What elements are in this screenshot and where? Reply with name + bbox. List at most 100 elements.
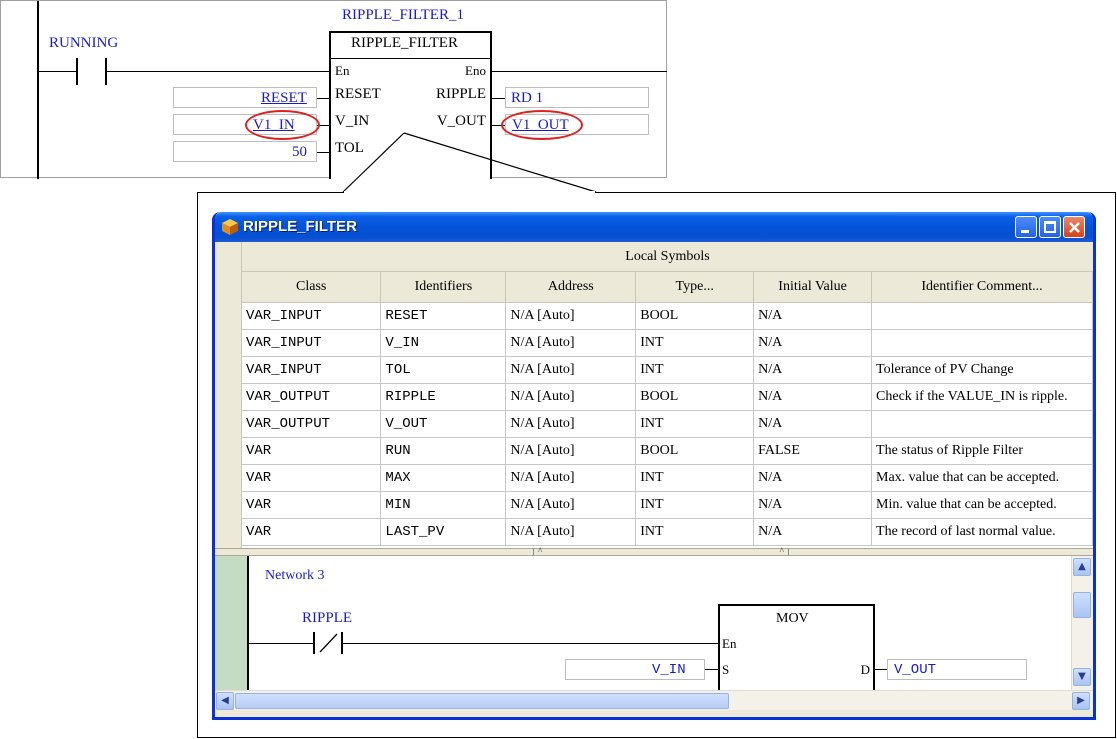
- local-symbols-panel: Local Symbols Class Identifiers Address …: [215, 242, 1093, 548]
- table-cell[interactable]: Max. value that can be accepted.: [871, 464, 1093, 492]
- table-cell[interactable]: N/A [Auto]: [505, 464, 637, 492]
- table-cell[interactable]: VAR: [242, 437, 382, 465]
- minimize-button[interactable]: [1015, 216, 1037, 238]
- title-bar[interactable]: RIPPLE_FILTER: [215, 212, 1093, 242]
- network-gutter: [215, 556, 247, 690]
- column-header-address[interactable]: Address: [505, 272, 637, 303]
- table-cell[interactable]: N/A: [753, 383, 873, 411]
- table-cell[interactable]: N/A [Auto]: [505, 410, 637, 438]
- table-cell[interactable]: VAR: [242, 518, 382, 546]
- input-wire: [705, 669, 718, 670]
- close-button[interactable]: [1063, 216, 1085, 238]
- scroll-thumb[interactable]: [235, 693, 729, 709]
- table-cell[interactable]: N/A: [753, 491, 873, 519]
- table-cell[interactable]: BOOL: [635, 437, 755, 465]
- network-label[interactable]: Network 3: [265, 568, 325, 584]
- column-header-initial-value[interactable]: Initial Value: [753, 272, 873, 303]
- table-cell[interactable]: N/A: [753, 329, 873, 357]
- output-wire: [875, 669, 887, 670]
- scroll-left-icon[interactable]: ◀: [216, 692, 234, 710]
- table-cell[interactable]: N/A: [753, 410, 873, 438]
- table-row[interactable]: VAR_OUTPUT RIPPLE N/A [Auto] BOOL N/A Check i…: [242, 383, 1093, 411]
- maximize-button[interactable]: [1039, 216, 1061, 238]
- network-pane: Network 3 RIPPLE MOV En S D V_IN V_OUT: [215, 556, 1093, 690]
- local-symbols-heading: Local Symbols: [242, 242, 1093, 272]
- table-row[interactable]: VAR_OUTPUT V_OUT N/A [Auto] INT N/A: [242, 410, 1093, 438]
- table-row[interactable]: VAR MAX N/A [Auto] INT N/A Max. value that ca…: [242, 464, 1093, 492]
- table-cell[interactable]: Min. value that can be accepted.: [871, 491, 1093, 519]
- scroll-up-icon[interactable]: ▲: [1073, 558, 1091, 576]
- table-cell[interactable]: RESET: [380, 302, 507, 330]
- table-cell[interactable]: VAR: [242, 464, 382, 492]
- table-cell[interactable]: N/A [Auto]: [505, 356, 637, 384]
- left-power-rail: [247, 556, 249, 690]
- table-cell[interactable]: N/A: [753, 302, 873, 330]
- table-cell[interactable]: LAST_PV: [380, 518, 507, 546]
- table-cell[interactable]: RUN: [380, 437, 507, 465]
- table-cell[interactable]: N/A: [753, 518, 873, 546]
- table-cell[interactable]: V_OUT: [380, 410, 507, 438]
- table-cell[interactable]: INT: [635, 491, 755, 519]
- nc-contact-slash: [319, 633, 338, 653]
- table-cell[interactable]: VAR_OUTPUT: [242, 410, 382, 438]
- table-cell[interactable]: VAR_INPUT: [242, 329, 382, 357]
- table-cell[interactable]: VAR_INPUT: [242, 356, 382, 384]
- column-header-comment[interactable]: Identifier Comment...: [871, 272, 1093, 303]
- maximize-icon: [1044, 221, 1056, 233]
- table-cell[interactable]: N/A [Auto]: [505, 491, 637, 519]
- table-cell[interactable]: VAR_INPUT: [242, 302, 382, 330]
- table-cell[interactable]: V_IN: [380, 329, 507, 357]
- splitter-grip[interactable]: ^ ^: [533, 547, 789, 556]
- table-cell[interactable]: INT: [635, 518, 755, 546]
- table-row[interactable]: VAR_INPUT RESET N/A [Auto] BOOL N/A: [242, 302, 1093, 330]
- table-row[interactable]: VAR LAST_PV N/A [Auto] INT N/A The record of …: [242, 518, 1093, 546]
- table-cell[interactable]: The record of last normal value.: [871, 518, 1093, 546]
- scroll-thumb[interactable]: [1073, 592, 1091, 618]
- table-cell[interactable]: [871, 329, 1093, 357]
- table-cell[interactable]: [871, 302, 1093, 330]
- horizontal-scrollbar[interactable]: ◀ ▶: [215, 690, 1093, 710]
- vertical-scrollbar[interactable]: ▲ ▼: [1071, 556, 1093, 690]
- table-row[interactable]: VAR_INPUT TOL N/A [Auto] INT N/A Tolerance of…: [242, 356, 1093, 384]
- table-cell[interactable]: INT: [635, 410, 755, 438]
- column-header-class[interactable]: Class: [242, 272, 382, 303]
- table-cell[interactable]: N/A [Auto]: [505, 383, 637, 411]
- table-cell[interactable]: RIPPLE: [380, 383, 507, 411]
- table-cell[interactable]: [871, 410, 1093, 438]
- table-cell[interactable]: TOL: [380, 356, 507, 384]
- table-cell[interactable]: BOOL: [635, 302, 755, 330]
- table-cell[interactable]: N/A [Auto]: [505, 437, 637, 465]
- table-cell[interactable]: VAR_OUTPUT: [242, 383, 382, 411]
- table-cell[interactable]: N/A [Auto]: [505, 302, 637, 330]
- scroll-right-icon[interactable]: ▶: [1072, 692, 1090, 710]
- table-cell[interactable]: INT: [635, 464, 755, 492]
- table-cell[interactable]: BOOL: [635, 383, 755, 411]
- table-cell[interactable]: Tolerance of PV Change: [871, 356, 1093, 384]
- table-cell[interactable]: N/A [Auto]: [505, 518, 637, 546]
- table-row[interactable]: VAR MIN N/A [Auto] INT N/A Min. value that ca…: [242, 491, 1093, 519]
- table-cell[interactable]: FALSE: [753, 437, 873, 465]
- table-cell[interactable]: The status of Ripple Filter: [871, 437, 1093, 465]
- block-type: MOV: [776, 611, 809, 626]
- table-cell[interactable]: N/A: [753, 356, 873, 384]
- table-cell[interactable]: N/A: [753, 464, 873, 492]
- table-cell[interactable]: INT: [635, 356, 755, 384]
- row-header-gutter: [215, 242, 242, 548]
- table-cell[interactable]: VAR: [242, 491, 382, 519]
- pane-splitter[interactable]: ^ ^: [215, 547, 1093, 556]
- column-header-identifiers[interactable]: Identifiers: [380, 272, 507, 303]
- table-header-row: Class Identifiers Address Type... Initia…: [242, 272, 1093, 303]
- ripple-filter-window: RIPPLE_FILTER Local Symbols Class Identi…: [212, 212, 1096, 720]
- table-cell[interactable]: MAX: [380, 464, 507, 492]
- scroll-down-icon[interactable]: ▼: [1073, 668, 1091, 686]
- table-cell[interactable]: INT: [635, 329, 755, 357]
- mov-source-operand[interactable]: V_IN: [652, 662, 686, 678]
- mov-dest-operand[interactable]: V_OUT: [894, 662, 936, 678]
- table-cell[interactable]: N/A [Auto]: [505, 329, 637, 357]
- column-header-type[interactable]: Type...: [635, 272, 755, 303]
- table-cell[interactable]: MIN: [380, 491, 507, 519]
- mov-block[interactable]: MOV En S D: [718, 604, 875, 690]
- table-row[interactable]: VAR_INPUT V_IN N/A [Auto] INT N/A: [242, 329, 1093, 357]
- table-cell[interactable]: Check if the VALUE_IN is ripple.: [871, 383, 1093, 411]
- table-row[interactable]: VAR RUN N/A [Auto] BOOL FALSE The status of R…: [242, 437, 1093, 465]
